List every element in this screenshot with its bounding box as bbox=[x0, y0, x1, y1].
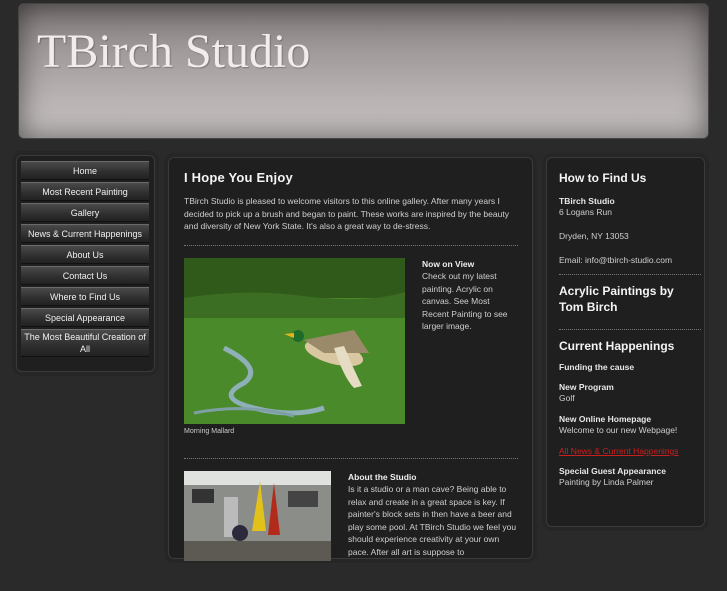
about-text: Is it a studio or a man cave? Being able… bbox=[348, 484, 517, 557]
address-line-2: Dryden, NY 13053 bbox=[559, 231, 629, 241]
email-address: Email: info@tbirch-studio.com bbox=[559, 255, 673, 265]
happening-title[interactable]: Funding the cause bbox=[559, 362, 701, 372]
divider bbox=[184, 244, 518, 246]
intro-text: TBirch Studio is pleased to welcome visi… bbox=[184, 196, 509, 231]
nav-item-news[interactable]: News & Current Happenings bbox=[21, 224, 149, 243]
nav-item-gallery[interactable]: Gallery bbox=[21, 203, 149, 222]
site-header: TBirch Studio bbox=[18, 3, 709, 139]
feature-section: Morning Mallard Now on View Check out my… bbox=[184, 257, 518, 446]
main-content: I Hope You Enjoy TBirch Studio is please… bbox=[168, 157, 533, 561]
studio-name: TBirch Studio bbox=[559, 196, 615, 206]
nav-item-special-appearance[interactable]: Special Appearance bbox=[21, 308, 149, 327]
acrylic-heading: Acrylic Paintings by Tom Birch bbox=[559, 284, 674, 314]
nav-item-most-beautiful-creation[interactable]: The Most Beautiful Creation of All bbox=[21, 329, 149, 357]
nav-item-contact-us[interactable]: Contact Us bbox=[21, 266, 149, 285]
nav-item-home[interactable]: Home bbox=[21, 161, 149, 180]
divider bbox=[559, 274, 701, 275]
special-guest-text: Painting by Linda Palmer bbox=[559, 477, 654, 487]
now-on-view-text: Check out my latest painting. Acrylic on… bbox=[422, 271, 508, 331]
special-guest-title[interactable]: Special Guest Appearance bbox=[559, 466, 701, 476]
about-section: About the Studio Is it a studio or a man… bbox=[184, 470, 518, 591]
page-heading: I Hope You Enjoy bbox=[184, 170, 293, 185]
nav-item-most-recent-painting[interactable]: Most Recent Painting bbox=[21, 182, 149, 201]
now-on-view-title: Now on View bbox=[422, 258, 475, 269]
happening-text: Welcome to our new Webpage! bbox=[559, 425, 678, 435]
all-news-link[interactable]: All News & Current Happenings bbox=[559, 446, 701, 456]
studio-photo-image[interactable] bbox=[184, 470, 331, 561]
nav-item-where-to-find-us[interactable]: Where to Find Us bbox=[21, 287, 149, 306]
current-happenings-heading: Current Happenings bbox=[559, 339, 675, 353]
about-title: About the Studio bbox=[348, 471, 417, 482]
divider bbox=[184, 457, 518, 459]
sidebar-panel: How to Find Us TBirch Studio 6 Logans Ru… bbox=[546, 157, 705, 527]
mallard-painting-image[interactable] bbox=[184, 257, 405, 424]
happening-title[interactable]: New Online Homepage bbox=[559, 414, 701, 424]
address-line-1: 6 Logans Run bbox=[559, 207, 612, 217]
site-title: TBirch Studio bbox=[37, 25, 311, 78]
main-navigation: Home Most Recent Painting Gallery News &… bbox=[21, 161, 149, 359]
find-us-heading: How to Find Us bbox=[559, 171, 647, 185]
nav-panel: Home Most Recent Painting Gallery News &… bbox=[16, 155, 155, 372]
divider bbox=[559, 329, 701, 330]
happening-title[interactable]: New Program bbox=[559, 382, 701, 392]
painting-caption: Morning Mallard bbox=[184, 427, 235, 435]
happening-text: Golf bbox=[559, 393, 575, 403]
now-on-view: Now on View Check out my latest painting… bbox=[422, 258, 518, 333]
nav-item-about-us[interactable]: About Us bbox=[21, 245, 149, 264]
